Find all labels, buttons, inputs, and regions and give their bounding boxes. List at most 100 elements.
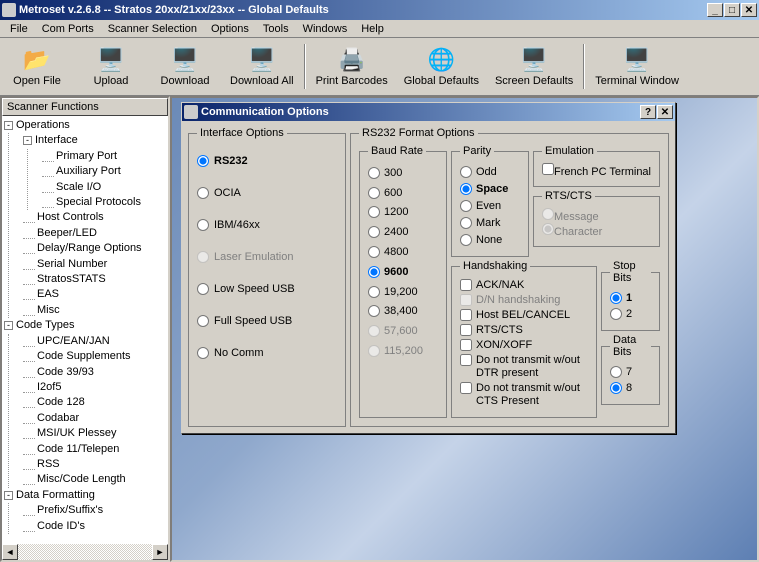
tool-print-barcodes[interactable]: 🖨️Print Barcodes <box>308 40 396 93</box>
tree-leaf[interactable]: Code 39/93 <box>23 365 166 380</box>
tool-upload[interactable]: 🖥️Upload <box>74 40 148 93</box>
tree-leaf[interactable]: Beeper/LED <box>23 226 166 241</box>
baud-9600-input[interactable] <box>368 266 380 278</box>
tree-leaf[interactable]: MSI/UK Plessey <box>23 426 166 441</box>
baud-300-input[interactable] <box>368 167 380 179</box>
tree-leaf[interactable]: Prefix/Suffix's <box>23 503 166 518</box>
baud-600-input[interactable] <box>368 187 380 199</box>
baud-38-400-input[interactable] <box>368 305 380 317</box>
iface-low-speed-usb-input[interactable] <box>197 283 209 295</box>
tree-label[interactable]: Code 11/Telepen <box>37 443 119 455</box>
baud-19-200-input[interactable] <box>368 286 380 298</box>
parity-mark-input[interactable] <box>460 217 472 229</box>
child-close-button[interactable]: ✕ <box>657 105 673 119</box>
tree-node[interactable]: -Operations <box>4 118 166 133</box>
tree-leaf[interactable]: Auxiliary Port <box>42 164 166 179</box>
tree-leaf[interactable]: RSS <box>23 457 166 472</box>
menu-options[interactable]: Options <box>205 22 255 36</box>
tree-label[interactable]: UPC/EAN/JAN <box>37 335 110 347</box>
tree-node[interactable]: -Data Formatting <box>4 488 166 503</box>
tree-label[interactable]: Misc/Code Length <box>37 473 126 485</box>
tree-label[interactable]: Code Supplements <box>37 350 131 362</box>
child-help-button[interactable]: ? <box>640 105 656 119</box>
tree-leaf[interactable]: Delay/Range Options <box>23 241 166 256</box>
tree-label[interactable]: MSI/UK Plessey <box>37 427 116 439</box>
iface-full-speed-usb-input[interactable] <box>197 315 209 327</box>
tree-label[interactable]: Code Types <box>16 319 75 331</box>
parity-odd-input[interactable] <box>460 166 472 178</box>
close-button[interactable]: ✕ <box>741 3 757 17</box>
tree-panel[interactable]: Scanner Functions -Operations-InterfaceP… <box>0 96 170 562</box>
tool-open-file[interactable]: 📂Open File <box>0 40 74 93</box>
iface-ocia-input[interactable] <box>197 187 209 199</box>
hand-do-not-transmit-w-out-cts-present-input[interactable] <box>460 382 472 394</box>
tree-leaf[interactable]: Misc/Code Length <box>23 472 166 487</box>
tree-label[interactable]: Delay/Range Options <box>37 242 142 254</box>
tree-toggle-icon[interactable]: - <box>4 321 13 330</box>
tree-label[interactable]: RSS <box>37 458 60 470</box>
tree-label[interactable]: Special Protocols <box>56 196 141 208</box>
tree-label[interactable]: Serial Number <box>37 258 107 270</box>
tree-label[interactable]: StratosSTATS <box>37 273 106 285</box>
baud-4800-input[interactable] <box>368 246 380 258</box>
parity-even-input[interactable] <box>460 200 472 212</box>
tool-screen-defaults[interactable]: 🖥️Screen Defaults <box>487 40 581 93</box>
tree-leaf[interactable]: StratosSTATS <box>23 272 166 287</box>
tree-label[interactable]: I2of5 <box>37 381 61 393</box>
tree-leaf[interactable]: EAS <box>23 287 166 302</box>
menu-tools[interactable]: Tools <box>257 22 295 36</box>
tree-leaf[interactable]: Special Protocols <box>42 195 166 210</box>
databits-7-input[interactable] <box>610 366 622 378</box>
tree-leaf[interactable]: Code 11/Telepen <box>23 442 166 457</box>
tool-download[interactable]: 🖥️Download <box>148 40 222 93</box>
tool-global-defaults[interactable]: 🌐Global Defaults <box>396 40 487 93</box>
iface-ibm-46xx-input[interactable] <box>197 219 209 231</box>
tree-label[interactable]: Codabar <box>37 412 79 424</box>
tree-leaf[interactable]: Scale I/O <box>42 180 166 195</box>
tool-terminal-window[interactable]: 🖥️Terminal Window <box>587 40 687 93</box>
hand-rts-cts-input[interactable] <box>460 324 472 336</box>
menu-scanner-selection[interactable]: Scanner Selection <box>102 22 203 36</box>
tree-leaf[interactable]: Code Supplements <box>23 349 166 364</box>
tree-node[interactable]: -Code Types <box>4 318 166 333</box>
maximize-button[interactable]: □ <box>724 3 740 17</box>
parity-space-input[interactable] <box>460 183 472 195</box>
menu-com-ports[interactable]: Com Ports <box>36 22 100 36</box>
menu-help[interactable]: Help <box>355 22 390 36</box>
tool-download-all[interactable]: 🖥️Download All <box>222 40 302 93</box>
tree-label[interactable]: Code 39/93 <box>37 366 94 378</box>
menu-file[interactable]: File <box>4 22 34 36</box>
menu-windows[interactable]: Windows <box>297 22 354 36</box>
scroll-right-button[interactable]: ► <box>152 544 168 560</box>
baud-2400-input[interactable] <box>368 226 380 238</box>
iface-rs232-input[interactable] <box>197 155 209 167</box>
tree-label[interactable]: EAS <box>37 288 59 300</box>
tree-label[interactable]: Primary Port <box>56 150 117 162</box>
tree-label[interactable]: Auxiliary Port <box>56 165 121 177</box>
iface-no-comm-input[interactable] <box>197 347 209 359</box>
tree-node[interactable]: -Interface <box>23 133 166 148</box>
baud-1200-input[interactable] <box>368 206 380 218</box>
hand-do-not-transmit-w-out-dtr-present-input[interactable] <box>460 354 472 366</box>
emu-french-pc-terminal-input[interactable] <box>542 163 554 175</box>
scroll-left-button[interactable]: ◄ <box>2 544 18 560</box>
tree-leaf[interactable]: I2of5 <box>23 380 166 395</box>
tree-leaf[interactable]: Serial Number <box>23 257 166 272</box>
tree-label[interactable]: Misc <box>37 304 60 316</box>
tree-label[interactable]: Scale I/O <box>56 181 101 193</box>
tree-label[interactable]: Code ID's <box>37 520 85 532</box>
tree-toggle-icon[interactable]: - <box>4 491 13 500</box>
hand-host-bel-cancel-input[interactable] <box>460 309 472 321</box>
stop-2-input[interactable] <box>610 308 622 320</box>
tree-scrollbar-h[interactable]: ◄ ► <box>2 544 168 560</box>
tree-leaf[interactable]: Code ID's <box>23 519 166 534</box>
tree-label[interactable]: Prefix/Suffix's <box>37 504 103 516</box>
databits-8-input[interactable] <box>610 382 622 394</box>
child-titlebar[interactable]: Communication Options ? ✕ <box>182 103 675 121</box>
hand-xon-xoff-input[interactable] <box>460 339 472 351</box>
tree-label[interactable]: Beeper/LED <box>37 227 97 239</box>
tree-label[interactable]: Data Formatting <box>16 489 95 501</box>
tree-leaf[interactable]: Primary Port <box>42 149 166 164</box>
tree-label[interactable]: Interface <box>35 134 78 146</box>
tree-leaf[interactable]: Codabar <box>23 411 166 426</box>
